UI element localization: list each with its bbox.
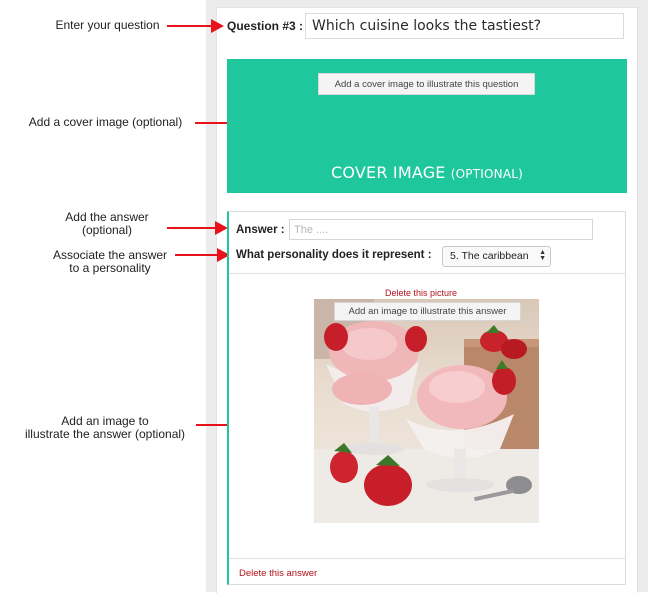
delete-answer-link[interactable]: Delete this answer [239, 568, 317, 579]
annotation-text: to a personality [69, 261, 151, 275]
ice-cream-illustration [314, 299, 539, 523]
select-arrows-icon: ▲ ▼ [539, 249, 546, 262]
question-input[interactable] [305, 13, 624, 39]
annotation-personality: Associate the answer to a personality [30, 249, 190, 275]
annotation-enter-question: Enter your question [40, 19, 175, 32]
add-cover-image-button[interactable]: Add a cover image to illustrate this que… [318, 73, 535, 95]
annotation-add-image: Add an image to illustrate the answer (o… [15, 415, 195, 441]
annotation-arrow [175, 248, 230, 262]
cover-image-area[interactable]: Add a cover image to illustrate this que… [227, 59, 627, 193]
cover-title-main: Cover image [330, 163, 446, 182]
annotation-cover-image: Add a cover image (optional) [18, 116, 193, 129]
divider [229, 273, 626, 274]
annotation-text: Add a cover image (optional) [28, 115, 183, 129]
personality-select[interactable]: 5. The caribbean ▲ ▼ [442, 246, 551, 267]
answer-image: Add an image to illustrate this answer [314, 299, 539, 523]
delete-picture-link[interactable]: Delete this picture [385, 288, 457, 298]
annotation-text: illustrate the answer (optional) [24, 427, 186, 441]
cover-title-optional: (optional) [450, 167, 523, 181]
cover-image-title: Cover image (optional) [227, 163, 627, 182]
answer-input[interactable] [289, 219, 593, 240]
personality-label: What personality does it represent : [236, 249, 432, 261]
answer-label: Answer : [236, 224, 285, 236]
annotation-arrow [167, 19, 224, 33]
annotation-text: (optional) [81, 223, 133, 237]
personality-selected-value: 5. The caribbean [450, 250, 529, 262]
annotation-arrow [167, 221, 228, 235]
annotation-text: Enter your question [55, 18, 160, 32]
annotation-add-answer: Add the answer (optional) [42, 211, 172, 237]
divider [229, 558, 626, 559]
add-answer-image-button[interactable]: Add an image to illustrate this answer [334, 302, 521, 321]
question-label: Question #3 : [227, 19, 304, 33]
